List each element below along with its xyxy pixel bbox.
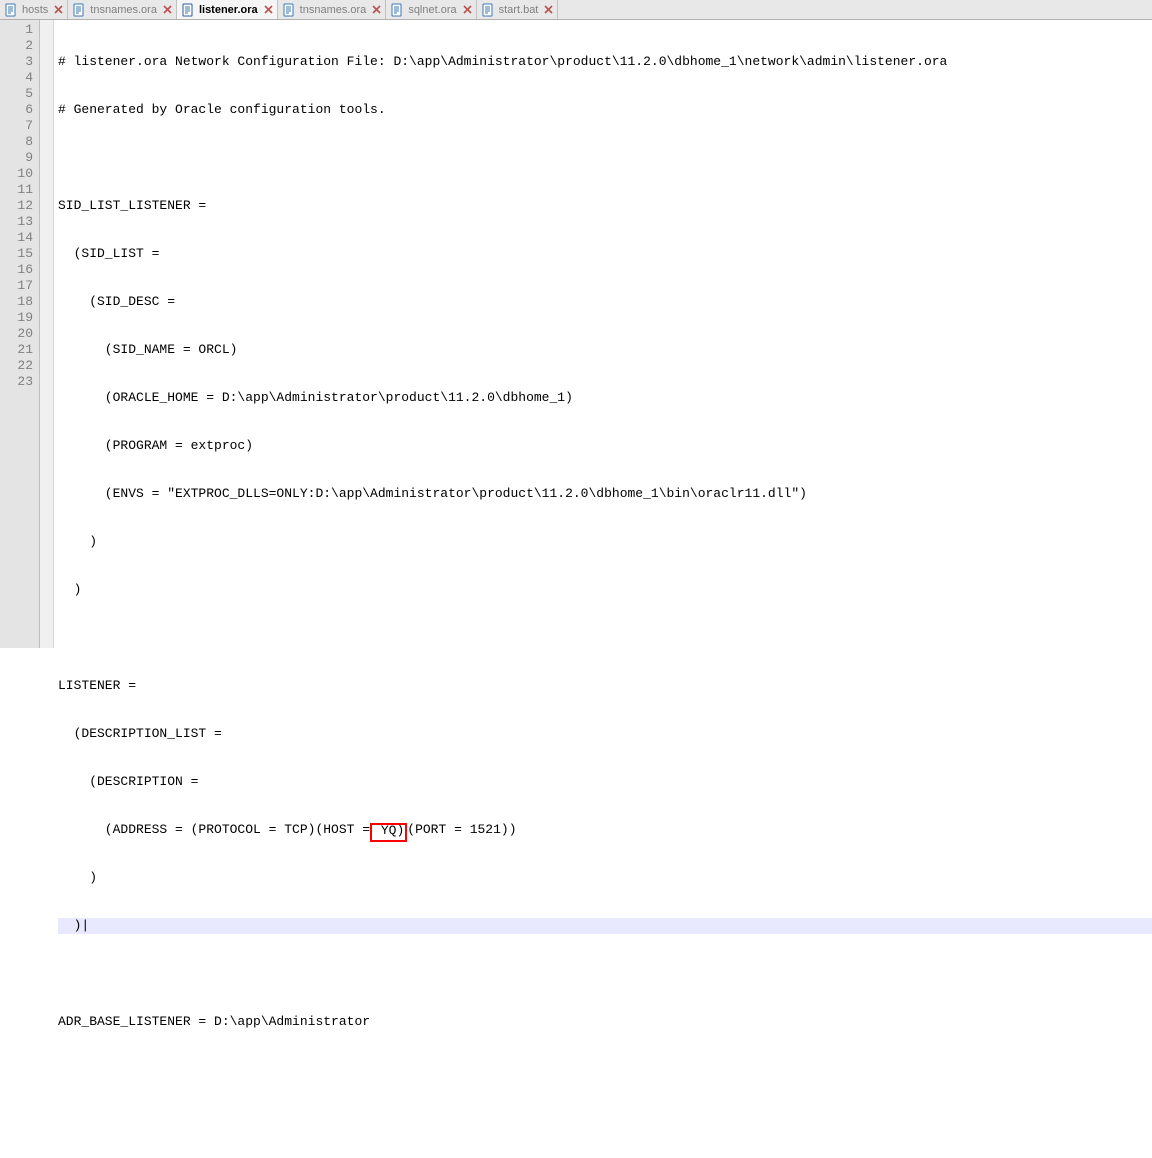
file-icon (72, 3, 86, 17)
line-number: 20 (10, 326, 33, 342)
file-icon (390, 3, 404, 17)
code-line[interactable]: (SID_DESC = (58, 294, 1152, 310)
close-icon[interactable] (54, 5, 63, 14)
line-number: 15 (10, 246, 33, 262)
line-number: 13 (10, 214, 33, 230)
code-line[interactable]: (DESCRIPTION = (58, 774, 1152, 790)
tab-sqlnet-ora[interactable]: sqlnet.ora (386, 0, 476, 19)
line-number: 1 (10, 22, 33, 38)
file-icon (282, 3, 296, 17)
code-line[interactable]: (ORACLE_HOME = D:\app\Administrator\prod… (58, 390, 1152, 406)
code-line[interactable]: # Generated by Oracle configuration tool… (58, 102, 1152, 118)
line-number: 4 (10, 70, 33, 86)
line-number: 16 (10, 262, 33, 278)
line-number-gutter: 1 2 3 4 5 6 7 8 9 10 11 12 13 14 15 16 1… (0, 20, 40, 648)
code-line[interactable]: (PROGRAM = extproc) (58, 438, 1152, 454)
code-line[interactable] (58, 1110, 1152, 1126)
line-number: 22 (10, 358, 33, 374)
tab-bar: hosts tnsnames.ora listener.ora tnsnames… (0, 0, 1152, 20)
code-line[interactable]: ) (58, 870, 1152, 886)
tab-tnsnames-ora[interactable]: tnsnames.ora (278, 0, 387, 19)
code-line[interactable]: ) (58, 534, 1152, 550)
code-line[interactable]: ) (58, 582, 1152, 598)
code-line[interactable]: # listener.ora Network Configuration Fil… (58, 54, 1152, 70)
code-line[interactable] (58, 630, 1152, 646)
fold-column (40, 20, 54, 648)
caret-icon: | (81, 918, 89, 933)
code-line-current[interactable]: )| (58, 918, 1152, 934)
code-text: ) (58, 918, 81, 933)
line-number: 10 (10, 166, 33, 182)
close-icon[interactable] (372, 5, 381, 14)
code-text: (PORT = 1521)) (407, 822, 516, 837)
line-number: 6 (10, 102, 33, 118)
file-icon (4, 3, 18, 17)
tab-label: listener.ora (199, 4, 258, 16)
code-line[interactable]: (ADDRESS = (PROTOCOL = TCP)(HOST = YQ)(P… (58, 822, 1152, 838)
tab-tnsnames-ora[interactable]: tnsnames.ora (68, 0, 177, 19)
close-icon[interactable] (463, 5, 472, 14)
close-icon[interactable] (264, 5, 273, 14)
tab-label: tnsnames.ora (300, 4, 367, 16)
file-icon (181, 3, 195, 17)
line-number: 7 (10, 118, 33, 134)
tab-label: hosts (22, 4, 48, 16)
line-number: 5 (10, 86, 33, 102)
tab-start-bat[interactable]: start.bat (477, 0, 559, 19)
code-line[interactable]: (SID_NAME = ORCL) (58, 342, 1152, 358)
code-line[interactable] (58, 150, 1152, 166)
code-area[interactable]: # listener.ora Network Configuration Fil… (54, 20, 1152, 648)
code-line[interactable]: (DESCRIPTION_LIST = (58, 726, 1152, 742)
highlight-box: YQ) (370, 823, 407, 842)
tab-label: tnsnames.ora (90, 4, 157, 16)
line-number: 9 (10, 150, 33, 166)
code-line[interactable]: (ENVS = "EXTPROC_DLLS=ONLY:D:\app\Admini… (58, 486, 1152, 502)
code-line[interactable]: LISTENER = (58, 678, 1152, 694)
code-line[interactable]: (SID_LIST = (58, 246, 1152, 262)
line-number: 21 (10, 342, 33, 358)
close-icon[interactable] (544, 5, 553, 14)
code-line[interactable] (58, 1062, 1152, 1078)
code-line[interactable]: SID_LIST_LISTENER = (58, 198, 1152, 214)
code-line[interactable] (58, 966, 1152, 982)
editor-area: 1 2 3 4 5 6 7 8 9 10 11 12 13 14 15 16 1… (0, 20, 1152, 648)
line-number: 17 (10, 278, 33, 294)
tab-label: start.bat (499, 4, 539, 16)
tab-listener-ora[interactable]: listener.ora (177, 0, 278, 19)
line-number: 19 (10, 310, 33, 326)
line-number: 12 (10, 198, 33, 214)
line-number: 18 (10, 294, 33, 310)
file-icon (481, 3, 495, 17)
line-number: 3 (10, 54, 33, 70)
code-line[interactable]: ADR_BASE_LISTENER = D:\app\Administrator (58, 1014, 1152, 1030)
code-text: (ADDRESS = (PROTOCOL = TCP)(HOST = (58, 822, 370, 837)
line-number: 11 (10, 182, 33, 198)
line-number: 23 (10, 374, 33, 390)
tab-label: sqlnet.ora (408, 4, 456, 16)
close-icon[interactable] (163, 5, 172, 14)
line-number: 2 (10, 38, 33, 54)
line-number: 14 (10, 230, 33, 246)
tab-hosts[interactable]: hosts (0, 0, 68, 19)
line-number: 8 (10, 134, 33, 150)
